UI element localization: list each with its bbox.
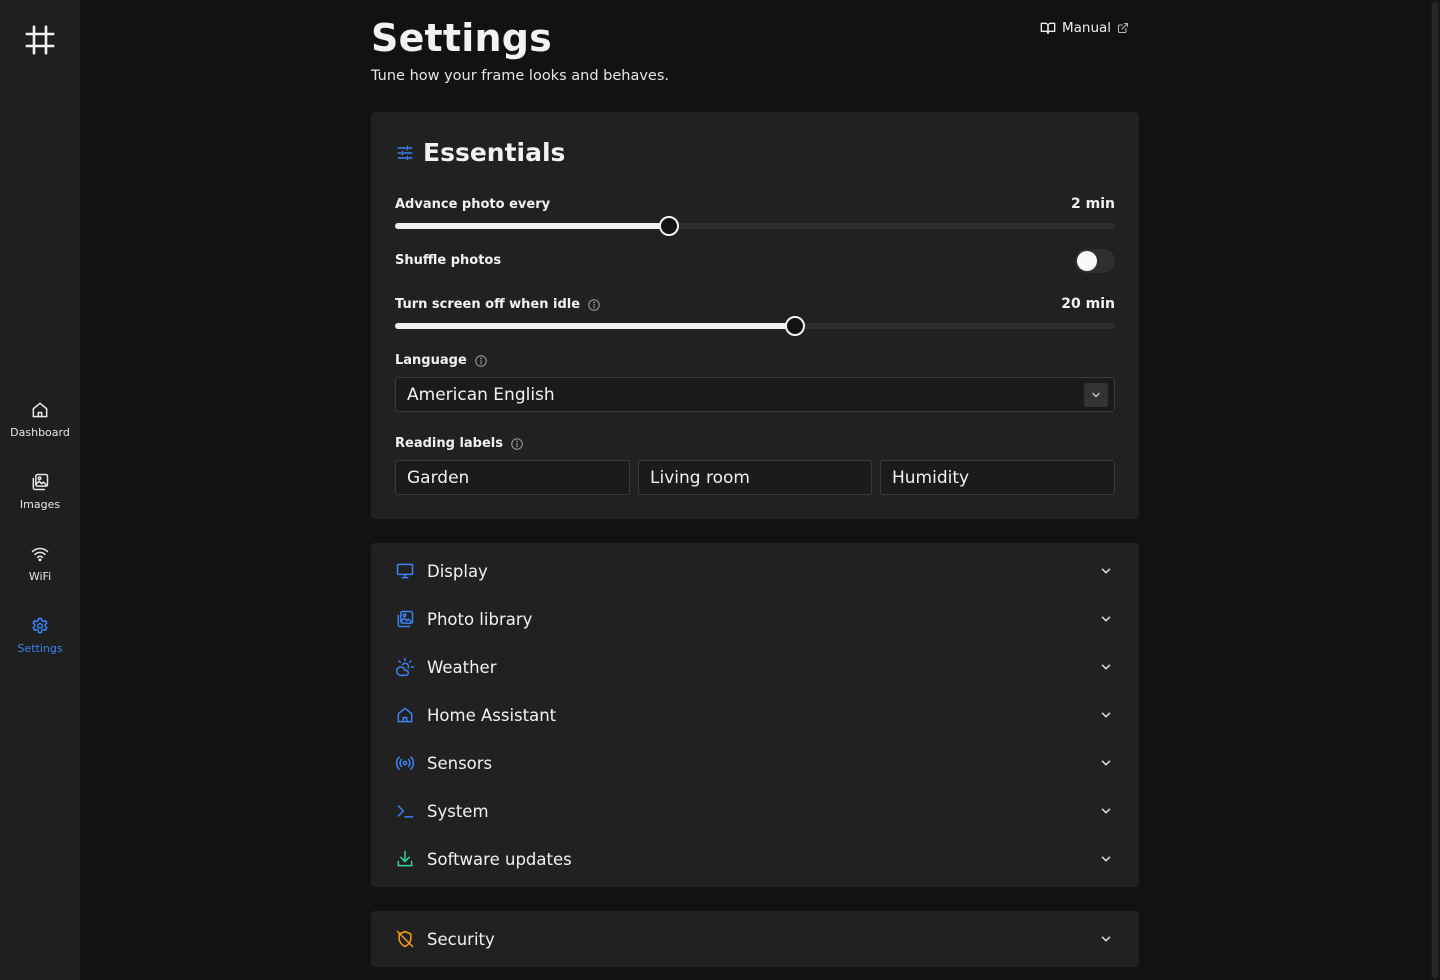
wifi-icon bbox=[31, 547, 49, 562]
idle-value: 20 min bbox=[1061, 296, 1115, 312]
chevron-down-icon bbox=[1101, 760, 1111, 766]
manual-link[interactable]: Manual bbox=[1040, 20, 1129, 36]
language-select[interactable]: American English bbox=[395, 377, 1115, 412]
sections-card: Display Photo library Weather Home Assis… bbox=[371, 543, 1139, 887]
section-weather[interactable]: Weather bbox=[395, 651, 1115, 683]
select-chevron[interactable] bbox=[1084, 383, 1108, 407]
chevron-down-icon bbox=[1101, 664, 1111, 670]
slider-thumb[interactable] bbox=[784, 316, 805, 336]
reading-labels-label: Reading labels bbox=[395, 436, 524, 451]
section-label: Home Assistant bbox=[427, 705, 557, 725]
advance-slider[interactable] bbox=[395, 215, 1115, 236]
section-label: System bbox=[427, 801, 489, 821]
sidebar: Dashboard Images WiFi Settings bbox=[0, 0, 80, 980]
page-title: Settings bbox=[371, 16, 552, 60]
section-system[interactable]: System bbox=[395, 795, 1115, 827]
sidebar-item-label: WiFi bbox=[28, 570, 52, 583]
advance-value: 2 min bbox=[1071, 196, 1115, 212]
home-assistant-icon bbox=[397, 707, 413, 723]
toggle-knob bbox=[1077, 251, 1097, 271]
sensors-icon bbox=[395, 756, 415, 770]
language-label: Language bbox=[395, 353, 488, 368]
info-icon[interactable] bbox=[474, 354, 488, 368]
info-icon[interactable] bbox=[510, 437, 524, 451]
download-icon bbox=[397, 850, 413, 867]
idle-label: Turn screen off when idle bbox=[395, 297, 601, 312]
manual-label: Manual bbox=[1062, 20, 1112, 36]
section-label: Weather bbox=[427, 657, 497, 677]
terminal-icon bbox=[397, 805, 414, 818]
sidebar-nav: Dashboard Images WiFi Settings bbox=[0, 396, 80, 684]
sidebar-item-dashboard[interactable]: Dashboard bbox=[0, 396, 80, 468]
chevron-down-icon bbox=[1101, 808, 1111, 814]
section-display[interactable]: Display bbox=[395, 555, 1115, 587]
slider-thumb[interactable] bbox=[658, 216, 679, 236]
weather-icon bbox=[395, 657, 415, 677]
sidebar-item-label: Images bbox=[19, 498, 61, 511]
sidebar-item-label: Dashboard bbox=[10, 426, 70, 439]
chevron-down-icon bbox=[1101, 712, 1111, 718]
section-label: Photo library bbox=[427, 609, 533, 629]
language-label-text: Language bbox=[395, 353, 467, 368]
advance-label: Advance photo every bbox=[395, 197, 551, 212]
slider-fill bbox=[395, 323, 795, 329]
images-icon bbox=[32, 473, 49, 491]
shield-off-icon bbox=[396, 930, 414, 948]
sidebar-item-images[interactable]: Images bbox=[0, 468, 80, 540]
gear-icon bbox=[32, 617, 48, 634]
section-software-updates[interactable]: Software updates bbox=[395, 843, 1115, 875]
slider-fill bbox=[395, 223, 669, 229]
reading-label-input-1[interactable] bbox=[395, 460, 630, 495]
reading-label-input-2[interactable] bbox=[638, 460, 872, 495]
section-label: Display bbox=[427, 561, 488, 581]
shuffle-toggle[interactable] bbox=[1075, 249, 1115, 273]
info-icon[interactable] bbox=[587, 298, 601, 312]
chevron-down-icon bbox=[1101, 936, 1111, 942]
essentials-title: Essentials bbox=[423, 138, 566, 167]
chevron-down-icon bbox=[1101, 856, 1111, 862]
security-card: Security bbox=[371, 911, 1139, 967]
scrollbar[interactable] bbox=[1430, 0, 1440, 980]
sidebar-item-wifi[interactable]: WiFi bbox=[0, 540, 80, 612]
reading-label-input-3[interactable] bbox=[880, 460, 1115, 495]
idle-slider[interactable] bbox=[395, 315, 1115, 336]
photo-library-icon bbox=[397, 610, 414, 628]
home-icon bbox=[32, 402, 48, 418]
scrollbar-thumb[interactable] bbox=[1432, 2, 1438, 978]
section-security[interactable]: Security bbox=[395, 923, 1115, 955]
shuffle-label: Shuffle photos bbox=[395, 253, 502, 268]
idle-label-text: Turn screen off when idle bbox=[395, 297, 581, 312]
reading-labels-label-text: Reading labels bbox=[395, 436, 503, 451]
essentials-card: Essentials Advance photo every 2 min Shu… bbox=[371, 112, 1139, 519]
sidebar-item-label: Settings bbox=[17, 642, 63, 655]
section-home-assistant[interactable]: Home Assistant bbox=[395, 699, 1115, 731]
chevron-down-icon bbox=[1101, 616, 1111, 622]
section-label: Security bbox=[427, 929, 495, 949]
chevron-down-icon bbox=[1092, 392, 1100, 398]
sliders-icon bbox=[397, 145, 413, 160]
book-icon bbox=[1040, 22, 1056, 34]
chevron-down-icon bbox=[1101, 568, 1111, 574]
essentials-header: Essentials bbox=[395, 138, 565, 167]
external-link-icon bbox=[1118, 22, 1129, 34]
section-photo-library[interactable]: Photo library bbox=[395, 603, 1115, 635]
section-sensors[interactable]: Sensors bbox=[395, 747, 1115, 779]
frame-logo-icon[interactable] bbox=[24, 24, 56, 56]
section-label: Sensors bbox=[427, 753, 493, 773]
monitor-icon bbox=[396, 563, 414, 579]
section-label: Software updates bbox=[427, 849, 572, 869]
sidebar-item-settings[interactable]: Settings bbox=[0, 612, 80, 684]
language-select-value: American English bbox=[407, 384, 555, 405]
page-subtitle: Tune how your frame looks and behaves. bbox=[371, 68, 670, 84]
